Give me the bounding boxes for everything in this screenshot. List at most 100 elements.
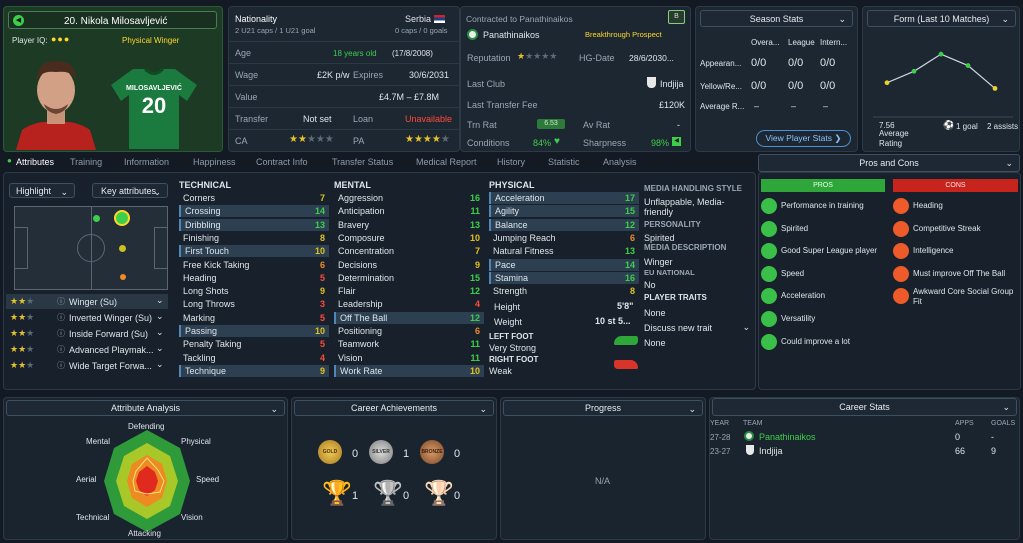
career-achievements-dropdown[interactable]: Career Achievements ⌄ [294,400,494,416]
season-stats-dropdown[interactable]: Season Stats ⌄ [700,10,853,27]
silver-count: 1 [403,448,410,460]
tab-history[interactable]: History [497,157,525,167]
role-row[interactable]: ★★★ ⓘ Winger (Su) ⌄ [6,294,168,309]
attribute-row[interactable]: Stamina 16 [489,271,639,284]
info-icon[interactable]: ⓘ [57,312,65,323]
chevron-down-icon: ⌄ [60,187,68,197]
form-panel: Form (Last 10 Matches) ⌄ 7.56 Average Rat… [862,6,1020,152]
attribute-value: 11 [470,352,480,363]
career-row-team[interactable]: Indjija [759,446,783,456]
tab-attributes[interactable]: Attributes [16,157,54,167]
career-row-year: 23-27 [710,447,731,456]
attribute-row[interactable]: Acceleration 17 [489,192,639,204]
tab-statistic[interactable]: Statistic [548,157,580,167]
media-style-value: Unflappable, Media-friendly [644,197,725,217]
pro-icon [761,288,777,305]
attribute-row[interactable]: Concentration 7 [334,245,484,257]
con-item: Competitive Streak [892,219,1020,239]
info-icon[interactable]: ⓘ [57,360,65,371]
last-club-value: Indjija [660,79,684,89]
role-stars: ★★★ [10,344,35,354]
media-desc-value: Winger [644,257,673,267]
attribute-row[interactable]: Marking 5 [179,312,329,324]
attribute-name: Acceleration [495,193,545,203]
attribute-row[interactable]: Passing 10 [179,325,329,337]
role-row[interactable]: ★★★ ⓘ Wide Target Forwa... ⌄ [6,358,168,373]
discuss-trait-dropdown[interactable]: Discuss new trait ⌄ [644,322,750,333]
attribute-row[interactable]: Positioning 6 [334,325,484,337]
attribute-row[interactable]: Determination 15 [334,272,484,284]
tab-information[interactable]: Information [124,157,169,167]
attribute-row[interactable]: Heading 5 [179,272,329,284]
nationality-label: Nationality [235,14,278,24]
role-name: Inside Forward (Su) [69,329,149,339]
highlight-dropdown[interactable]: Highlight ⌄ [9,183,75,198]
attribute-row[interactable]: Technique 9 [179,364,329,377]
attribute-row[interactable]: Crossing 14 [179,205,329,218]
tab-contract-info[interactable]: Contract Info [256,157,308,167]
key-attributes-dropdown[interactable]: Key attributes ⌄ [92,183,168,198]
attribute-row[interactable]: Anticipation 11 [334,205,484,217]
role-stars: ★★★ [10,312,35,322]
position-competent [119,245,126,252]
conditions-value: 84% [533,138,552,148]
attribute-row[interactable]: Teamwork 11 [334,338,484,350]
info-icon[interactable]: ⓘ [57,296,65,307]
attribute-row[interactable]: Agility 15 [489,205,639,218]
con-text: Must improve Off The Ball [913,268,1006,278]
back-arrow-icon[interactable]: ◀ [13,15,24,26]
role-row[interactable]: ★★★ ⓘ Inside Forward (Su) ⌄ [6,326,168,341]
career-row-team[interactable]: Panathinaikos [759,432,816,442]
attribute-row[interactable]: Long Shots 9 [179,285,329,297]
attribute-row[interactable]: First Touch 10 [179,245,329,258]
form-dropdown[interactable]: Form (Last 10 Matches) ⌄ [867,10,1016,27]
attribute-row[interactable]: Penalty Taking 5 [179,338,329,350]
attribute-value: 14 [314,206,325,217]
chevron-down-icon: ⌄ [153,187,161,197]
attribute-row[interactable]: Decisions 9 [334,259,484,271]
role-row[interactable]: ★★★ ⓘ Inverted Winger (Su) ⌄ [6,310,168,325]
attribute-row[interactable]: Finishing 8 [179,232,329,244]
attribute-value: 14 [624,259,635,270]
attribute-row[interactable]: Dribbling 13 [179,218,329,231]
tab-analysis[interactable]: Analysis [603,157,637,167]
attribute-row[interactable]: Off The Ball 12 [334,311,484,324]
tab-training[interactable]: Training [70,157,102,167]
left-foot-value: Very Strong [489,343,537,353]
reputation-label: Reputation [467,53,511,63]
attribute-row[interactable]: Work Rate 10 [334,364,484,377]
attribute-row[interactable]: Jumping Reach 6 [489,232,639,244]
attribute-name: Work Rate [340,365,383,376]
view-player-stats-button[interactable]: View Player Stats ❯ [756,130,851,147]
position-accomplished [93,215,100,222]
contract-panel: Contracted to Panathinaikos B Panathinai… [460,6,691,152]
role-row[interactable]: ★★★ ⓘ Advanced Playmak... ⌄ [6,342,168,357]
attribute-row[interactable]: Vision 11 [334,352,484,364]
attribute-row[interactable]: Strength 8 [489,285,639,297]
tab-medical-report[interactable]: Medical Report [416,157,477,167]
attribute-row[interactable]: Composure 10 [334,232,484,244]
attribute-row[interactable]: Long Throws 3 [179,298,329,310]
tab-transfer-status[interactable]: Transfer Status [332,157,393,167]
info-icon[interactable]: ⓘ [57,328,65,339]
pros-cons-dropdown[interactable]: Pros and Cons ⌄ [758,154,1020,172]
career-stats-dropdown[interactable]: Career Stats ⌄ [712,398,1017,416]
caps-right-text: 0 caps / 0 goals [395,26,448,35]
info-icon[interactable]: ⓘ [57,344,65,355]
attribute-row[interactable]: Bravery 13 [334,219,484,231]
progress-dropdown[interactable]: Progress ⌄ [503,400,703,416]
attribute-row[interactable]: Aggression 16 [334,192,484,204]
tab-happiness[interactable]: Happiness [193,157,236,167]
gold-trophy-icon: 🏆 [322,480,352,507]
divider [229,63,459,64]
attribute-row[interactable]: Pace 14 [489,258,639,271]
attribute-row[interactable]: Flair 12 [334,285,484,297]
attribute-row[interactable]: Tackling 4 [179,352,329,364]
con-text: Heading [913,201,943,210]
attribute-row[interactable]: Free Kick Taking 6 [179,259,329,271]
attribute-row[interactable]: Corners 7 [179,192,329,204]
attribute-row[interactable]: Balance 12 [489,218,639,231]
attribute-row[interactable]: Leadership 4 [334,298,484,310]
attribute-analysis-dropdown[interactable]: Attribute Analysis ⌄ [6,400,285,416]
attribute-row[interactable]: Natural Fitness 13 [489,245,639,257]
